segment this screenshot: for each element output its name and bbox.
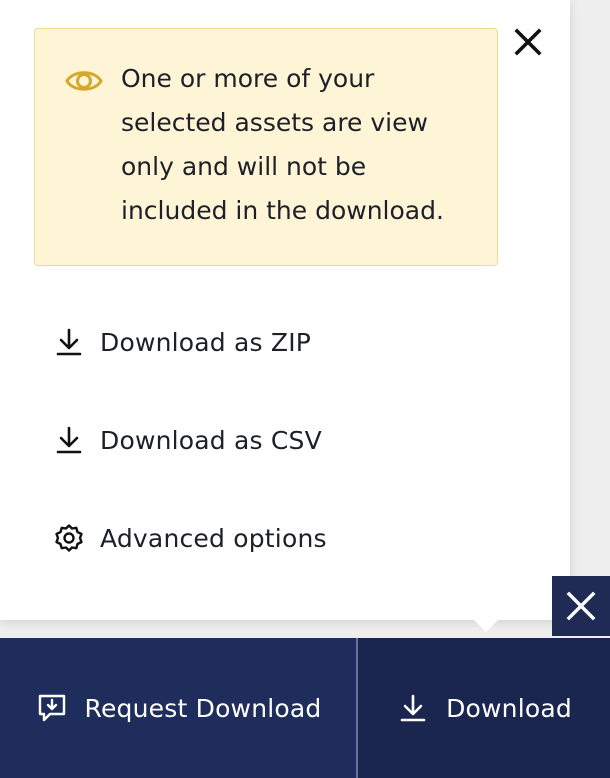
- eye-icon: [65, 71, 103, 91]
- download-zip-option[interactable]: Download as ZIP: [52, 320, 311, 364]
- gear-icon: [52, 521, 86, 555]
- download-icon: [52, 325, 86, 359]
- download-action-bar: Request Download Download: [0, 638, 610, 778]
- request-download-button[interactable]: Request Download: [0, 638, 356, 778]
- request-download-icon: [35, 691, 69, 725]
- download-panel: One or more of your selected assets are …: [0, 0, 610, 778]
- download-zip-label: Download as ZIP: [100, 327, 312, 357]
- popover-close-button[interactable]: [508, 22, 548, 62]
- advanced-options-label: Advanced options: [100, 523, 327, 553]
- download-button[interactable]: Download: [358, 638, 610, 778]
- notice-message: One or more of your selected assets are …: [121, 64, 444, 225]
- close-icon: [514, 28, 542, 56]
- request-download-label: Request Download: [84, 693, 322, 723]
- close-icon: [566, 591, 596, 621]
- download-icon: [396, 691, 430, 725]
- popover-caret: [472, 618, 500, 632]
- download-csv-option[interactable]: Download as CSV: [52, 418, 322, 462]
- view-only-notice: One or more of your selected assets are …: [34, 28, 498, 266]
- download-icon: [52, 423, 86, 457]
- download-label: Download: [446, 693, 572, 723]
- advanced-options-option[interactable]: Advanced options: [52, 516, 327, 560]
- download-csv-label: Download as CSV: [100, 425, 322, 455]
- download-popover: One or more of your selected assets are …: [0, 0, 570, 620]
- bar-close-button[interactable]: [552, 576, 610, 636]
